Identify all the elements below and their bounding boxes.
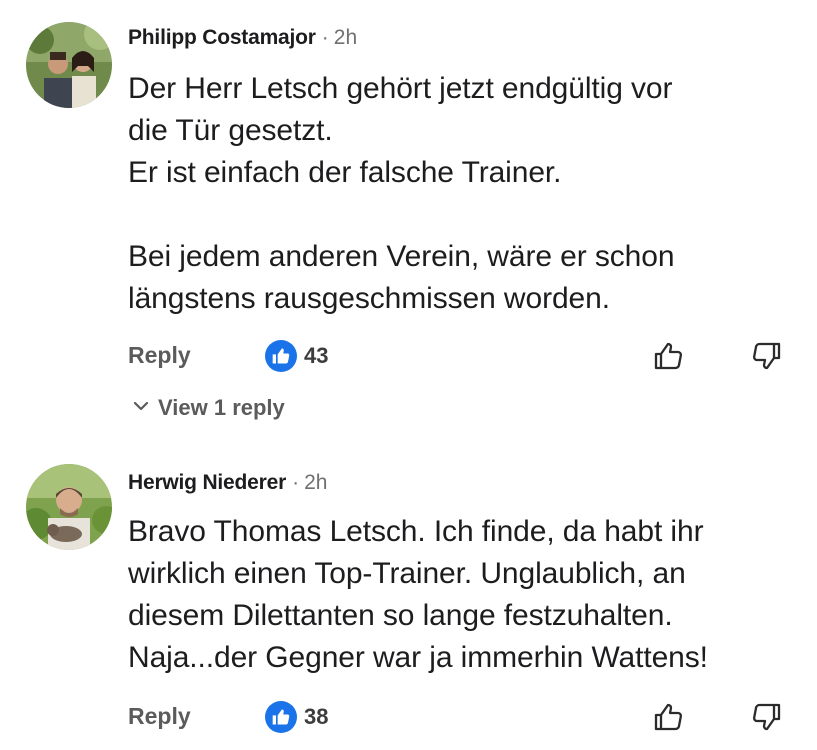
- comment-body: Der Herr Letsch gehört jetzt endgültig v…: [128, 68, 788, 320]
- timestamp: 2h: [304, 471, 328, 494]
- thumbs-down-outline-icon[interactable]: [748, 699, 784, 735]
- chevron-down-icon: [132, 397, 150, 420]
- view-replies-label: View 1 reply: [158, 395, 285, 420]
- thumbs-up-filled-icon: [265, 340, 297, 372]
- like-count: 38: [304, 704, 329, 729]
- comment-text-line: wirklich einen Top-Trainer. Unglaublich,…: [128, 557, 686, 590]
- comment-text-line: längstens rausgeschmissen worden.: [128, 282, 610, 315]
- thumbs-up-outline-icon[interactable]: [651, 699, 687, 735]
- avatar[interactable]: [26, 22, 112, 108]
- comment-text-line: diesem Dilettanten so lange festzuhalten…: [128, 599, 673, 632]
- timestamp: 2h: [333, 26, 358, 49]
- comment-body: Bravo Thomas Letsch. Ich finde, da habt …: [128, 511, 788, 679]
- author-name[interactable]: Philipp Costamajor: [128, 26, 316, 49]
- avatar-photo: [26, 22, 112, 108]
- separator: ·: [292, 471, 300, 494]
- comment-actions: Reply 43: [128, 338, 788, 374]
- reply-button[interactable]: Reply: [128, 342, 191, 369]
- thumbs-up-outline-icon[interactable]: [651, 338, 687, 374]
- like-summary[interactable]: 43: [265, 340, 328, 372]
- separator: ·: [321, 26, 329, 49]
- like-count: 43: [304, 343, 329, 368]
- thumbs-up-filled-icon: [265, 701, 297, 733]
- like-summary[interactable]: 38: [265, 701, 328, 733]
- comment-text-line: Bei jedem anderen Verein, wäre er schon: [128, 240, 675, 273]
- avatar-photo: [26, 464, 112, 550]
- reply-button[interactable]: Reply: [128, 703, 191, 730]
- comment-header: Philipp Costamajor · 2h: [128, 24, 357, 52]
- comment-actions: Reply 38: [128, 699, 788, 735]
- avatar[interactable]: [26, 464, 112, 550]
- comment-text-line: Der Herr Letsch gehört jetzt endgültig v…: [128, 72, 673, 105]
- view-replies-button[interactable]: View 1 reply: [132, 395, 285, 421]
- comment-text-line: Er ist einfach der falsche Trainer.: [128, 156, 562, 189]
- comment-text-line: die Tür gesetzt.: [128, 114, 333, 147]
- comment-text-line: Naja...der Gegner war ja immerhin Watten…: [128, 641, 708, 674]
- thumbs-down-outline-icon[interactable]: [748, 338, 784, 374]
- comment-text-line: Bravo Thomas Letsch. Ich finde, da habt …: [128, 515, 704, 548]
- comment-header: Herwig Niederer · 2h: [128, 469, 327, 497]
- author-name[interactable]: Herwig Niederer: [128, 471, 286, 494]
